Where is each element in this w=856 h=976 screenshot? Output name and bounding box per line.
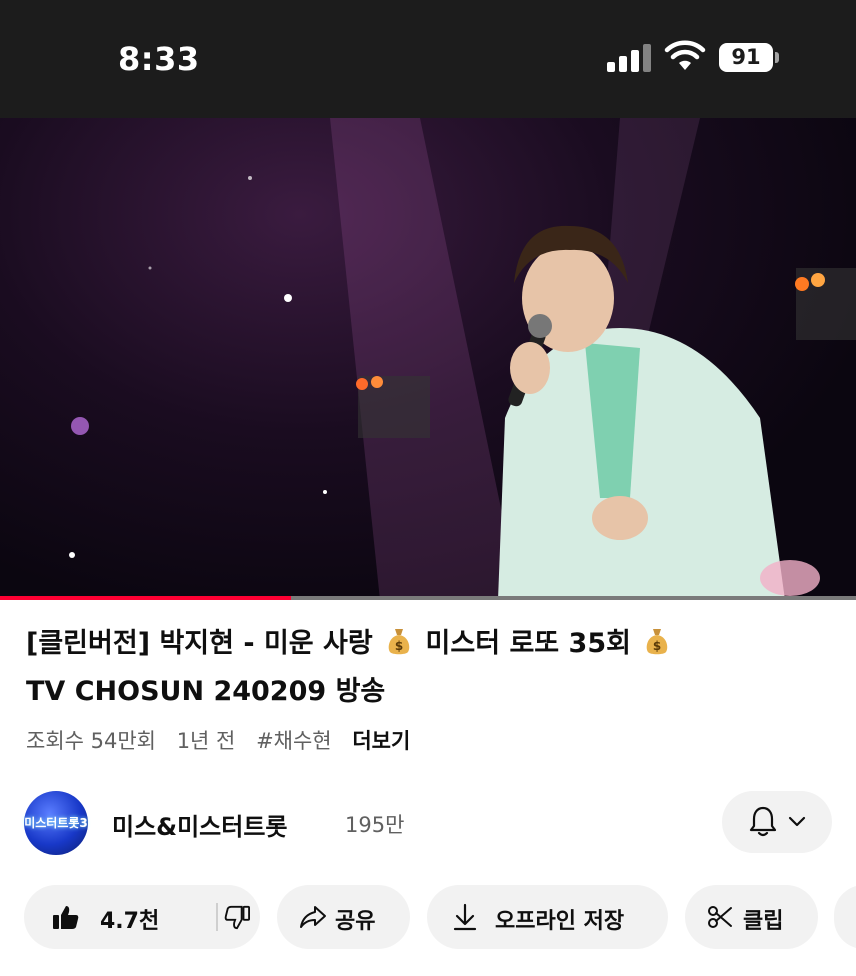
title-part-1: [클린버전] 박지현 - 미운 사랑 <box>26 628 373 659</box>
wifi-icon <box>664 40 706 70</box>
bell-icon <box>749 806 777 837</box>
more-actions-button[interactable] <box>834 885 856 949</box>
download-label: 오프라인 저장 <box>495 909 625 934</box>
download-icon <box>453 903 477 931</box>
clip-label: 클립 <box>743 909 784 934</box>
video-meta[interactable]: 조회수 54만회 1년 전 #채수현 더보기 <box>26 725 424 755</box>
svg-text:$: $ <box>653 639 661 653</box>
title-part-2: 미스터 로또 35회 <box>425 628 631 659</box>
share-label: 공유 <box>335 909 376 934</box>
thumbs-down-icon[interactable] <box>224 905 250 931</box>
action-row: 4.7천 공유 오프라인 저장 클립 <box>0 885 856 951</box>
stage-light-left <box>356 376 430 438</box>
status-time: 8:33 <box>118 40 200 78</box>
stage-light-right <box>795 268 856 340</box>
money-bag-icon: $ <box>388 629 410 655</box>
svg-text:$: $ <box>395 639 403 653</box>
title-part-3: TV CHOSUN 240209 방송 <box>26 676 386 707</box>
video-player[interactable] <box>0 118 856 600</box>
battery-tip <box>775 52 779 63</box>
upload-age: 1년 전 <box>176 729 236 753</box>
share-button[interactable]: 공유 <box>277 885 410 949</box>
clip-button[interactable]: 클립 <box>685 885 818 949</box>
more-button[interactable]: 더보기 <box>352 729 410 753</box>
hashtag-link[interactable]: #채수현 <box>256 729 332 753</box>
like-divider <box>216 903 218 931</box>
channel-name[interactable]: 미스&미스터트롯 <box>112 807 288 842</box>
download-button[interactable]: 오프라인 저장 <box>427 885 668 949</box>
subscriber-count: 195만 <box>345 813 405 837</box>
channel-row[interactable]: 미스터트롯3 미스&미스터트롯 195만 <box>0 787 856 857</box>
like-count[interactable]: 4.7천 <box>100 903 159 935</box>
like-dislike-pill: 4.7천 <box>24 885 260 949</box>
cellular-signal-icon <box>607 44 651 72</box>
scissors-icon <box>708 906 732 928</box>
battery-icon: 91 <box>719 43 773 72</box>
view-count: 조회수 54만회 <box>26 729 156 753</box>
subscription-bell-button[interactable] <box>722 791 832 853</box>
channel-avatar[interactable]: 미스터트롯3 <box>24 791 88 855</box>
video-title[interactable]: [클린버전] 박지현 - 미운 사랑 $ 미스터 로또 35회 $ TV CHO… <box>26 620 826 716</box>
share-icon <box>300 906 326 928</box>
status-bar: 8:33 91 <box>0 0 856 118</box>
video-info-sheet: [클린버전] 박지현 - 미운 사랑 $ 미스터 로또 35회 $ TV CHO… <box>0 600 856 976</box>
chevron-down-icon <box>788 816 806 827</box>
money-bag-icon: $ <box>647 629 668 655</box>
video-frame <box>69 118 856 600</box>
thumbs-up-icon[interactable] <box>52 904 80 930</box>
